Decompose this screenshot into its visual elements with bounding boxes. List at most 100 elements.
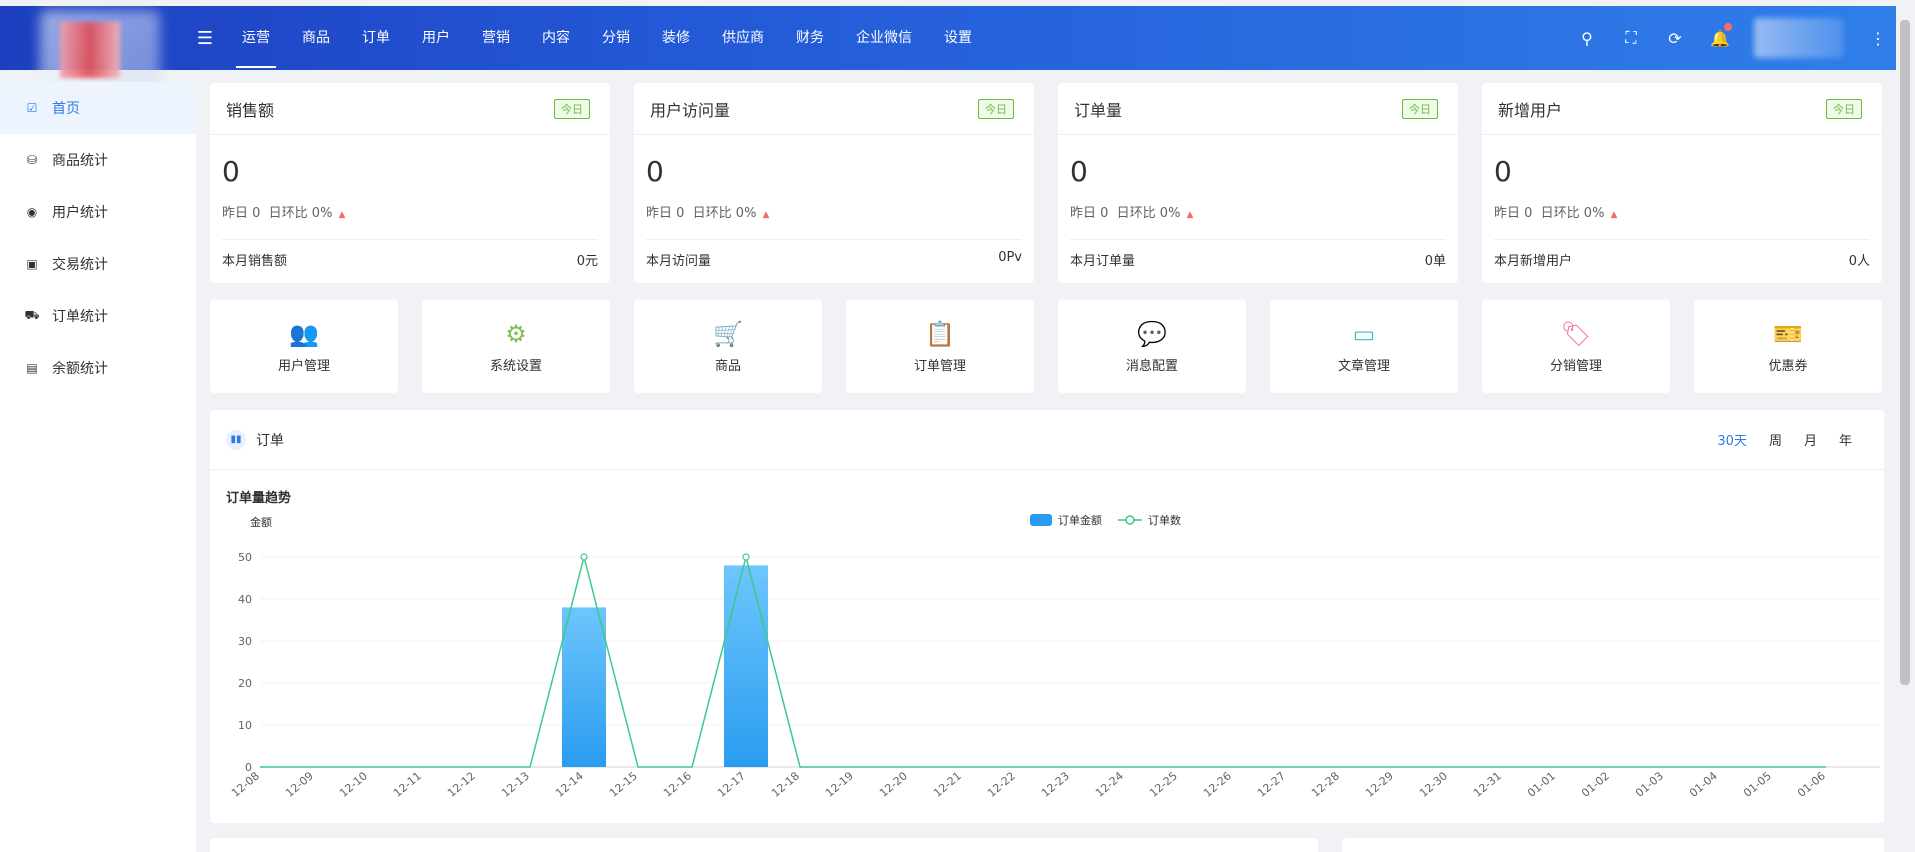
money-icon: ▣: [26, 257, 38, 271]
order-trend-chart: 订单量趋势金额 订单金额 订单数0102030405012-08 12-09 12-10…: [226, 490, 1880, 800]
search-icon[interactable]: ⚲: [1578, 29, 1596, 48]
avatar[interactable]: [1754, 18, 1844, 58]
nav-item-1[interactable]: 商品: [286, 6, 346, 70]
order-chart-card: ▮▮ 订单 30天周月年 订单量趋势 金额 订单金额 订单数 0 10 20 30 40 50 12…: [210, 410, 1884, 823]
range-option-2[interactable]: 月: [1804, 430, 1817, 449]
x-tick-label: 01-02: [1579, 769, 1612, 800]
logo[interactable]: [0, 6, 190, 84]
sidebar-item-3[interactable]: ▣ 交易统计: [0, 238, 196, 290]
card-icon: ▭: [1352, 320, 1376, 348]
bar-mark: [724, 565, 768, 767]
stat-card: 销售额 今日 0 昨日 0 日环比 0% ▲ 本月销售额 0元: [210, 83, 610, 283]
nav-item-11[interactable]: 设置: [928, 6, 988, 70]
tag-icon: 🏷: [1560, 320, 1592, 348]
stat-ratio: 日环比 0%: [692, 206, 757, 221]
x-tick-label: 01-03: [1633, 769, 1666, 800]
x-tick-label: 12-22: [985, 769, 1018, 800]
stat-title: 订单量: [1074, 100, 1123, 120]
range-option-1[interactable]: 周: [1769, 430, 1782, 449]
stat-foot-value: 0单: [1424, 254, 1446, 269]
sidebar-item-2[interactable]: ◉ 用户统计: [0, 186, 196, 238]
stat-foot-value: 0Pv: [998, 250, 1022, 265]
quick-nav-1[interactable]: ⚙ 系统设置: [422, 300, 610, 393]
quick-nav-6[interactable]: 🏷 分销管理: [1482, 300, 1670, 393]
quick-nav-7[interactable]: 🎫 优惠券: [1694, 300, 1882, 393]
x-tick-label: 01-06: [1795, 769, 1828, 800]
nav-item-6[interactable]: 分销: [586, 6, 646, 70]
legend-label-bar: 订单金额: [1058, 513, 1102, 527]
x-tick-label: 12-26: [1201, 769, 1234, 800]
sidebar-item-5[interactable]: ▤ 余额统计: [0, 342, 196, 394]
fullscreen-icon[interactable]: ⛶: [1622, 28, 1640, 48]
more-vertical-icon[interactable]: ⋮: [1870, 29, 1886, 48]
nav-item-10[interactable]: 企业微信: [840, 6, 928, 70]
stat-foot-label: 本月新增用户: [1494, 254, 1573, 269]
refresh-icon[interactable]: ⟳: [1666, 29, 1684, 48]
nav-item-8[interactable]: 供应商: [706, 6, 780, 70]
range-option-3[interactable]: 年: [1839, 430, 1852, 449]
nav-item-9[interactable]: 财务: [780, 6, 840, 70]
menu-toggle-icon[interactable]: ☰: [190, 28, 220, 49]
wallet-icon: ▤: [26, 361, 38, 375]
sidebar-item-0[interactable]: ☑ 首页: [0, 82, 196, 134]
stat-value: 0: [1494, 155, 1512, 188]
header-actions: ⚲ ⛶ ⟳ 🔔 ⋮: [1578, 18, 1896, 58]
line-series: [260, 556, 1826, 768]
bell-icon[interactable]: 🔔: [1710, 22, 1732, 48]
sidebar-item-1[interactable]: ⛁ 商品统计: [0, 134, 196, 186]
x-tick-label: 12-10: [337, 769, 370, 800]
range-option-0[interactable]: 30天: [1717, 430, 1747, 449]
logo-mark: [60, 22, 120, 78]
x-tick-label: 12-12: [445, 769, 478, 800]
legend-label-line: 订单数: [1148, 514, 1181, 527]
quick-nav-5[interactable]: ▭ 文章管理: [1270, 300, 1458, 393]
quick-nav-4[interactable]: 💬 消息配置: [1058, 300, 1246, 393]
nav-item-7[interactable]: 装修: [646, 6, 706, 70]
x-tick-label: 12-21: [931, 769, 964, 800]
stat-card-header: 销售额 今日: [210, 83, 610, 135]
quick-nav-2[interactable]: 🛒 商品: [634, 300, 822, 393]
x-tick-label: 12-18: [769, 769, 802, 800]
y-tick-label: 10: [238, 719, 252, 732]
today-tag: 今日: [1402, 98, 1438, 119]
order-panel-header: ▮▮ 订单 30天 周 月 年: [210, 410, 1884, 470]
quick-nav-label: 文章管理: [1337, 359, 1390, 374]
page-scrollbar[interactable]: [1900, 20, 1910, 685]
line-point: [742, 553, 750, 561]
stat-card-header: 用户访问量 今日: [634, 83, 1034, 135]
stat-footer: 本月销售额 0元: [222, 239, 598, 269]
stat-ratio: 日环比 0%: [1116, 206, 1181, 221]
sidebar-item-label: 交易统计: [52, 257, 108, 273]
quick-nav-3[interactable]: 📋 订单管理: [846, 300, 1034, 393]
nav-item-3[interactable]: 用户: [406, 6, 466, 70]
nav-item-2[interactable]: 订单: [346, 6, 406, 70]
x-tick-label: 12-20: [877, 769, 910, 800]
chart-check-icon: ☑: [26, 101, 38, 115]
trend-up-icon: ▲: [1610, 210, 1618, 220]
legend-swatch-dot: [1125, 515, 1135, 525]
nav-item-4[interactable]: 营销: [466, 6, 526, 70]
trend-up-icon: ▲: [1186, 210, 1194, 220]
y-tick-label: 30: [238, 635, 252, 648]
x-tick-label: 12-31: [1471, 769, 1504, 800]
range-switch: 30天 周 月 年: [1717, 430, 1868, 449]
quick-nav-0[interactable]: 👥 用户管理: [210, 300, 398, 393]
stat-title: 新增用户: [1498, 100, 1563, 120]
line-point: [580, 553, 588, 561]
stat-yesterday: 昨日 0: [1070, 206, 1109, 221]
users-icon: 👥: [289, 320, 319, 348]
stat-value: 0: [646, 155, 664, 188]
user-circle-icon: ◉: [26, 205, 38, 219]
top-nav: 运营 商品 订单 用户 营销 内容 分销 装修 供应商 财务 企业微信 设置: [226, 6, 988, 70]
trend-up-icon: ▲: [762, 210, 770, 220]
clipboard-icon: 📋: [925, 320, 955, 348]
sidebar-item-4[interactable]: ⛟ 订单统计: [0, 290, 196, 342]
notification-dot: [1724, 22, 1732, 31]
stat-card: 用户访问量 今日 0 昨日 0 日环比 0% ▲ 本月访问量 0Pv: [634, 83, 1034, 283]
nav-item-5[interactable]: 内容: [526, 6, 586, 70]
x-tick-label: 01-01: [1525, 769, 1558, 800]
nav-item-0[interactable]: 运营: [226, 6, 286, 70]
stat-title: 用户访问量: [650, 100, 731, 120]
quick-nav-label: 优惠券: [1768, 359, 1808, 374]
